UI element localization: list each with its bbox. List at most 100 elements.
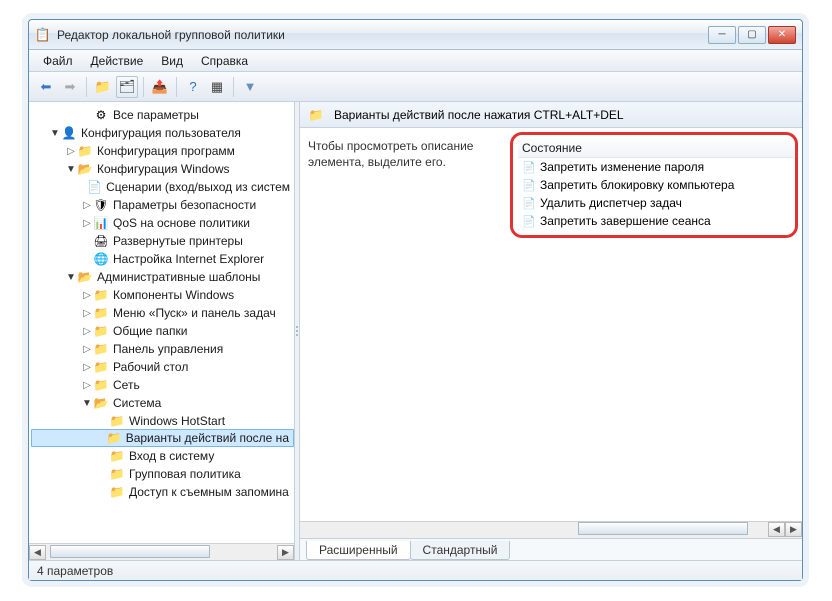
tab-bar: Расширенный Стандартный <box>300 538 802 560</box>
app-window: 📋 Редактор локальной групповой политики … <box>28 19 803 581</box>
maximize-button[interactable]: ▢ <box>738 26 766 44</box>
setting-item[interactable]: 📄 Запретить блокировку компьютера <box>518 176 794 194</box>
tree-node-label: Компоненты Windows <box>113 288 234 302</box>
tree-item[interactable]: ▷📁Сеть <box>31 376 294 394</box>
expand-toggle-icon[interactable]: ▷ <box>81 380 93 391</box>
content-hscrollbar[interactable]: ◀ ▶ <box>300 521 802 538</box>
titlebar[interactable]: 📋 Редактор локальной групповой политики … <box>29 20 802 50</box>
minimize-button[interactable]: ─ <box>708 26 736 44</box>
tree-item[interactable]: ▷🛡 Параметры безопасности <box>31 196 294 214</box>
tree-item[interactable]: ▼👤 Конфигурация пользователя <box>31 124 294 142</box>
status-text: 4 параметров <box>37 564 113 578</box>
scroll-left-icon[interactable]: ◀ <box>768 522 785 537</box>
expand-toggle-icon[interactable]: ▷ <box>81 326 93 337</box>
scroll-right-icon[interactable]: ▶ <box>277 545 294 560</box>
tree-node-label: Система <box>113 396 161 410</box>
menu-view[interactable]: Вид <box>153 52 191 70</box>
expand-toggle-icon[interactable]: ▷ <box>81 308 93 319</box>
expand-toggle-icon[interactable]: ▷ <box>81 200 93 211</box>
right-pane: 📁 Варианты действий после нажатия CTRL+A… <box>300 102 802 560</box>
tree-node-label: Панель управления <box>113 342 223 356</box>
menu-action[interactable]: Действие <box>83 52 152 70</box>
tree-node-label: Вход в систему <box>129 449 214 463</box>
app-icon: 📋 <box>35 27 51 43</box>
menu-file[interactable]: Файл <box>35 52 81 70</box>
tree-node-icon: 👤 <box>61 125 77 141</box>
tree-item[interactable]: ▼📂Конфигурация Windows <box>31 160 294 178</box>
tree-node-icon: 📁 <box>93 287 109 303</box>
tree-node-icon: 📁 <box>109 484 125 500</box>
scroll-thumb[interactable] <box>50 545 210 558</box>
column-header[interactable]: Состояние <box>518 138 794 158</box>
forward-button[interactable]: ➡ <box>59 76 81 98</box>
tree-item[interactable]: ▼📂Административные шаблоны <box>31 268 294 286</box>
setting-icon: 📄 <box>522 178 536 192</box>
expand-toggle-icon[interactable]: ▷ <box>81 218 93 229</box>
statusbar: 4 параметров <box>29 560 802 580</box>
tree-item[interactable]: ▷📁Панель управления <box>31 340 294 358</box>
tree-node-icon: 📁 <box>109 466 125 482</box>
filter-button[interactable]: ▼ <box>239 76 261 98</box>
tree-node-label: Сеть <box>113 378 140 392</box>
tree-node-icon: 📊 <box>93 215 109 231</box>
scroll-left-icon[interactable]: ◀ <box>29 545 46 560</box>
tree-item[interactable]: 📄Сценарии (вход/выход из систем <box>31 178 294 196</box>
expand-toggle-icon[interactable]: ▷ <box>65 146 77 157</box>
tree-item[interactable]: 🌐Настройка Internet Explorer <box>31 250 294 268</box>
tree-node-icon: 📂 <box>93 395 109 411</box>
expand-toggle-icon[interactable]: ▼ <box>65 272 77 283</box>
expand-toggle-icon[interactable]: ▼ <box>65 164 77 175</box>
tree-node-label: Конфигурация пользователя <box>81 126 241 140</box>
up-button[interactable]: 📁 <box>92 76 114 98</box>
tree-node-icon: 🌐 <box>93 251 109 267</box>
tree-item[interactable]: ▷📁Меню «Пуск» и панель задач <box>31 304 294 322</box>
scroll-thumb[interactable] <box>578 522 748 535</box>
tree-node-label: Параметры безопасности <box>113 198 256 212</box>
scroll-right-icon[interactable]: ▶ <box>785 522 802 537</box>
setting-icon: 📄 <box>522 196 536 210</box>
tree-item[interactable]: 📁Варианты действий после на <box>31 429 294 447</box>
menu-help[interactable]: Справка <box>193 52 256 70</box>
tree-node-label: Общие папки <box>113 324 187 338</box>
folder-icon: 📁 <box>308 107 324 123</box>
settings-list: Состояние 📄Запретить изменение пароля📄За… <box>518 138 794 521</box>
menubar: Файл Действие Вид Справка <box>29 50 802 72</box>
tab-extended[interactable]: Расширенный <box>306 541 411 560</box>
tree-node-icon: 📁 <box>106 430 121 446</box>
tree-item[interactable]: ▷📁Рабочий стол <box>31 358 294 376</box>
expand-toggle-icon[interactable]: ▼ <box>81 398 93 409</box>
setting-icon: 📄 <box>522 214 536 228</box>
tree-item[interactable]: ▷📁Конфигурация программ <box>31 142 294 160</box>
tree-node-icon: 🛡 <box>93 197 109 213</box>
tree-hscrollbar[interactable]: ◀ ▶ <box>29 543 294 560</box>
tree-item[interactable]: 📁Групповая политика <box>31 465 294 483</box>
content-title: Варианты действий после нажатия CTRL+ALT… <box>334 108 624 122</box>
tree-item[interactable]: ▷📁 Компоненты Windows <box>31 286 294 304</box>
tree-item[interactable]: 🖨Развернутые принтеры <box>31 232 294 250</box>
close-button[interactable]: ✕ <box>768 26 796 44</box>
expand-toggle-icon[interactable]: ▼ <box>49 128 61 139</box>
back-button[interactable]: ⬅ <box>35 76 57 98</box>
tree-item[interactable]: 📁Вход в систему <box>31 447 294 465</box>
help-button[interactable]: ? <box>182 76 204 98</box>
expand-toggle-icon[interactable]: ▷ <box>81 362 93 373</box>
properties-button[interactable]: ▦ <box>206 76 228 98</box>
show-tree-button[interactable]: 🗂 <box>116 76 138 98</box>
tree-item[interactable]: ▷📊QoS на основе политики <box>31 214 294 232</box>
tree-node-icon: 📂 <box>77 161 93 177</box>
tree-item[interactable]: ⚙Все параметры <box>31 106 294 124</box>
setting-label: Запретить изменение пароля <box>540 160 704 174</box>
expand-toggle-icon[interactable]: ▷ <box>81 290 93 301</box>
tree-item[interactable]: ▼📂 Система <box>31 394 294 412</box>
tree-item[interactable]: 📁Доступ к съемным запомина <box>31 483 294 501</box>
tree[interactable]: ⚙Все параметры▼👤Конфигурация пользовател… <box>29 102 294 542</box>
setting-label: Запретить блокировку компьютера <box>540 178 734 192</box>
export-button[interactable]: 📤 <box>149 76 171 98</box>
setting-item[interactable]: 📄Удалить диспетчер задач <box>518 194 794 212</box>
tree-item[interactable]: ▷📁Общие папки <box>31 322 294 340</box>
expand-toggle-icon[interactable]: ▷ <box>81 344 93 355</box>
setting-item[interactable]: 📄Запретить изменение пароля <box>518 158 794 176</box>
setting-item[interactable]: 📄Запретить завершение сеанса <box>518 212 794 230</box>
tab-standard[interactable]: Стандартный <box>410 541 511 560</box>
tree-item[interactable]: 📁Windows HotStart <box>31 412 294 430</box>
